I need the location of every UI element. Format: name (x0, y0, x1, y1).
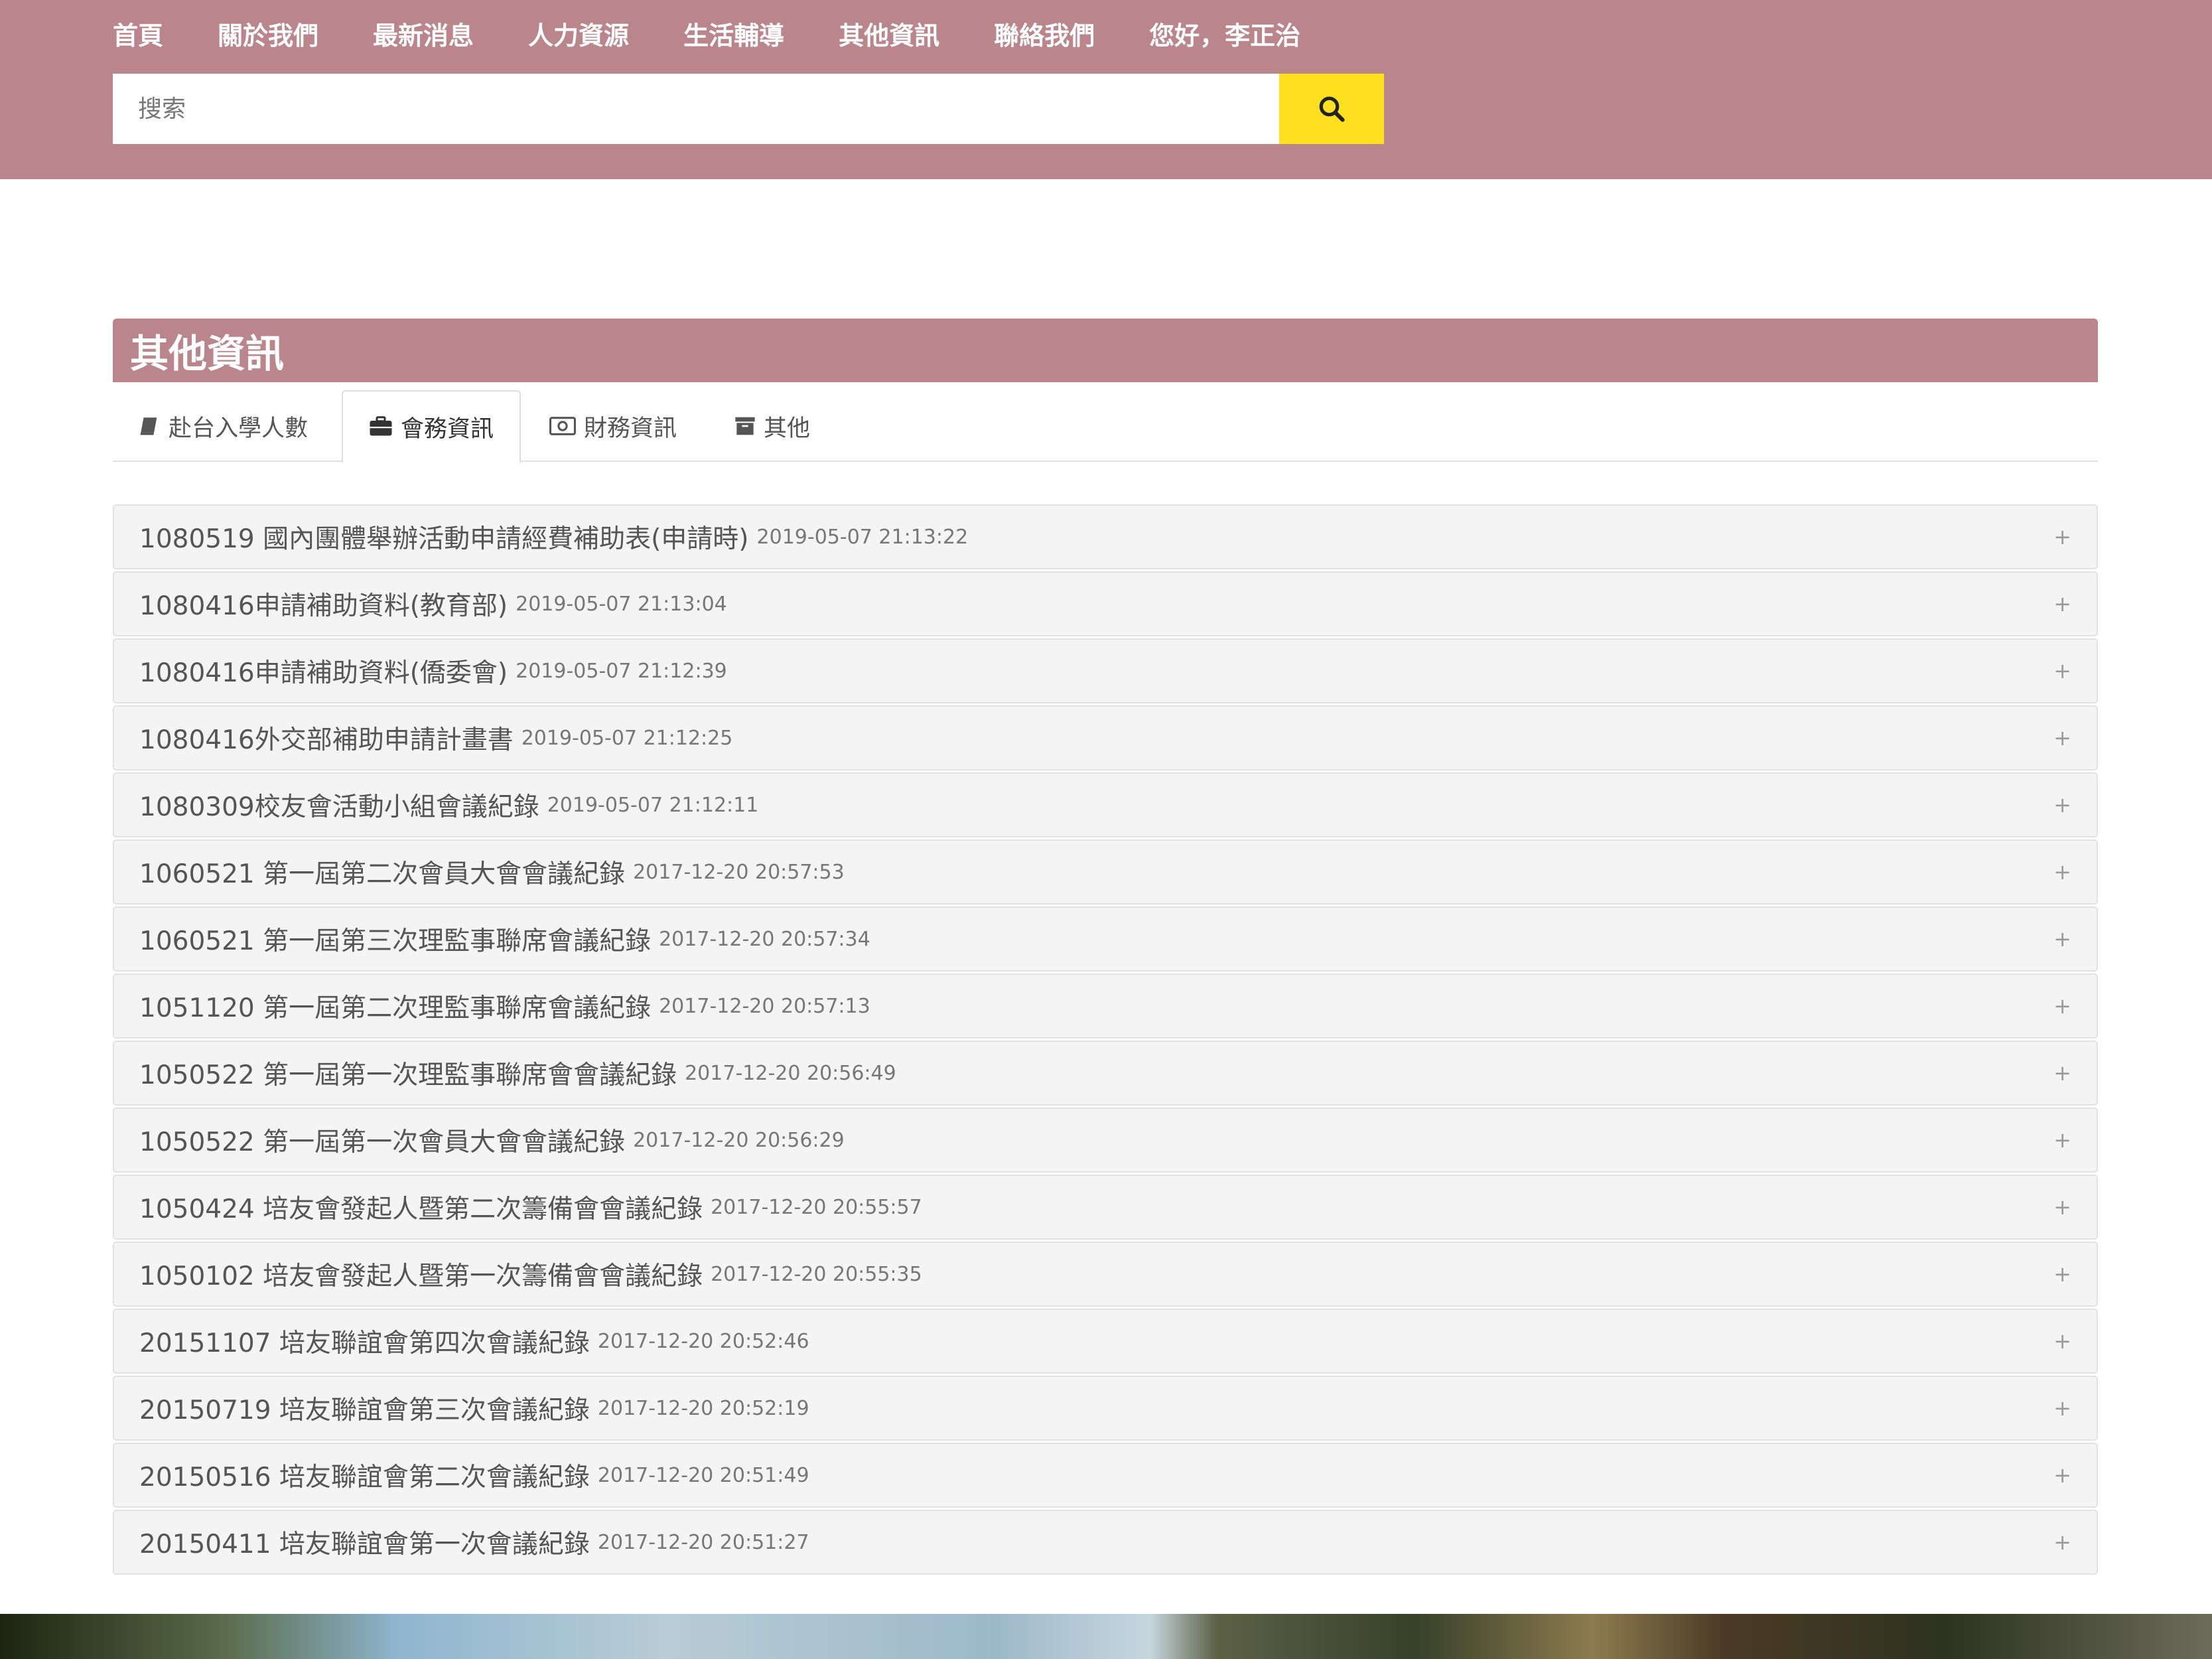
item-title: 1051120 第一屆第二次理監事聯席會議紀錄 (139, 993, 652, 1023)
list-item[interactable]: 1060521 第一屆第二次會員大會會議紀錄 2017-12-20 20:57:5… (113, 839, 2098, 904)
nav-item-other[interactable]: 其他資訊 (839, 15, 939, 52)
expand-icon[interactable]: + (2053, 591, 2071, 616)
tab-enrollment[interactable]: 赴台入學人數 (138, 390, 308, 462)
item-title: 1060521 第一屆第二次會員大會會議紀錄 (139, 859, 626, 889)
expand-icon[interactable]: + (2053, 926, 2071, 952)
nav-item-about[interactable]: 關於我們 (218, 15, 318, 52)
list-item[interactable]: 1050424 培友會發起人暨第二次籌備會會議紀錄 2017-12-20 20:5… (113, 1175, 2098, 1240)
expand-icon[interactable]: + (2053, 1262, 2071, 1287)
site-header: 首頁 關於我們 最新消息 人力資源 生活輔導 其他資訊 聯絡我們 您好，李正治 (0, 0, 2212, 179)
expand-icon[interactable]: + (2053, 1396, 2071, 1421)
nav-item-hr[interactable]: 人力資源 (528, 15, 629, 52)
list-item[interactable]: 1051120 第一屆第二次理監事聯席會議紀錄 2017-12-20 20:57:… (113, 974, 2098, 1039)
tab-label: 會務資訊 (400, 415, 494, 443)
list-item[interactable]: 1060521 第一屆第三次理監事聯席會議紀錄 2017-12-20 20:57:… (113, 906, 2098, 972)
expand-icon[interactable]: + (2053, 1463, 2071, 1488)
list-item[interactable]: 1050102 培友會發起人暨第一次籌備會會議紀錄 2017-12-20 20:5… (113, 1242, 2098, 1307)
item-title: 1050102 培友會發起人暨第一次籌備會會議紀錄 (139, 1262, 703, 1291)
item-date: 2017-12-20 20:55:57 (711, 1195, 922, 1219)
item-title: 1080416申請補助資料(僑委會) (139, 658, 508, 688)
tab-association-info[interactable]: 會務資訊 (342, 390, 521, 463)
expand-icon[interactable]: + (2053, 1194, 2071, 1220)
item-date: 2019-05-07 21:13:04 (516, 592, 727, 616)
list-item[interactable]: 1050522 第一屆第一次理監事聯席會會議紀錄 2017-12-20 20:56… (113, 1041, 2098, 1106)
nav-item-user-greeting[interactable]: 您好，李正治 (1149, 15, 1300, 52)
item-date: 2017-12-20 20:55:35 (711, 1262, 922, 1286)
book-icon (140, 417, 157, 435)
list-item[interactable]: 1080416申請補助資料(僑委會) 2019-05-07 21:12:39 + (113, 638, 2098, 703)
nav-item-home[interactable]: 首頁 (113, 15, 163, 52)
nav-item-life[interactable]: 生活輔導 (683, 15, 784, 52)
item-title: 1080416申請補助資料(教育部) (139, 591, 508, 621)
item-title: 1050522 第一屆第一次會員大會會議紀錄 (139, 1127, 626, 1157)
item-title: 1080416外交部補助申請計畫書 (139, 725, 514, 755)
expand-icon[interactable]: + (2053, 1127, 2071, 1153)
item-date: 2019-05-07 21:12:25 (521, 726, 733, 750)
list-item[interactable]: 1080519 國內團體舉辦活動申請經費補助表(申請時) 2019-05-07 2… (113, 504, 2098, 569)
item-title: 20150411 培友聯誼會第一次會議紀錄 (139, 1530, 590, 1559)
document-list: 1080519 國內團體舉辦活動申請經費補助表(申請時) 2019-05-07 2… (113, 504, 2098, 1577)
item-date: 2017-12-20 20:51:27 (597, 1530, 809, 1554)
expand-icon[interactable]: + (2053, 1060, 2071, 1086)
tab-label: 赴台入學人數 (169, 415, 309, 442)
footer-photo (0, 1614, 2212, 1659)
search-input[interactable] (113, 74, 1279, 144)
expand-icon[interactable]: + (2053, 524, 2071, 549)
item-date: 2019-05-07 21:12:11 (547, 793, 759, 817)
expand-icon[interactable]: + (2053, 725, 2071, 751)
list-item[interactable]: 20150719 培友聯誼會第三次會議紀錄 2017-12-20 20:52:19… (113, 1376, 2098, 1441)
item-title: 1060521 第一屆第三次理監事聯席會議紀錄 (139, 926, 652, 956)
main-nav: 首頁 關於我們 最新消息 人力資源 生活輔導 其他資訊 聯絡我們 您好，李正治 (113, 9, 1355, 57)
list-item[interactable]: 1080309校友會活動小組會議紀錄 2019-05-07 21:12:11 + (113, 772, 2098, 837)
item-date: 2019-05-07 21:13:22 (756, 525, 969, 549)
item-title: 20150516 培友聯誼會第二次會議紀錄 (139, 1463, 590, 1492)
item-date: 2017-12-20 20:57:53 (633, 860, 845, 884)
expand-icon[interactable]: + (2053, 993, 2071, 1019)
expand-icon[interactable]: + (2053, 658, 2071, 684)
list-item[interactable]: 1080416外交部補助申請計畫書 2019-05-07 21:12:25 + (113, 705, 2098, 770)
tab-label: 財務資訊 (584, 415, 677, 442)
item-title: 20150719 培友聯誼會第三次會議紀錄 (139, 1396, 590, 1425)
expand-icon[interactable]: + (2053, 792, 2071, 818)
item-date: 2017-12-20 20:52:19 (597, 1396, 809, 1420)
item-date: 2017-12-20 20:56:49 (685, 1061, 896, 1085)
item-title: 1080309校友會活動小組會議紀錄 (139, 792, 539, 822)
tab-bar: 赴台入學人數 會務資訊 財務資訊 其他 (113, 390, 2098, 463)
tab-label: 其他 (764, 415, 811, 442)
item-date: 2017-12-20 20:57:34 (659, 927, 870, 951)
search-button[interactable] (1279, 74, 1384, 144)
list-item[interactable]: 20150411 培友聯誼會第一次會議紀錄 2017-12-20 20:51:27… (113, 1510, 2098, 1575)
expand-icon[interactable]: + (2053, 1530, 2071, 1555)
briefcase-icon (370, 416, 392, 436)
list-item[interactable]: 20150516 培友聯誼會第二次會議紀錄 2017-12-20 20:51:49… (113, 1443, 2098, 1508)
list-item[interactable]: 1050522 第一屆第一次會員大會會議紀錄 2017-12-20 20:56:2… (113, 1108, 2098, 1173)
section-title-bar: 其他資訊 (113, 319, 2098, 382)
nav-item-contact[interactable]: 聯絡我們 (994, 15, 1095, 52)
list-item[interactable]: 20151107 培友聯誼會第四次會議紀錄 2017-12-20 20:52:46… (113, 1309, 2098, 1374)
item-title: 1050424 培友會發起人暨第二次籌備會會議紀錄 (139, 1194, 703, 1224)
item-title: 1050522 第一屆第一次理監事聯席會會議紀錄 (139, 1060, 677, 1090)
search-icon (1319, 96, 1345, 122)
item-date: 2019-05-07 21:12:39 (516, 659, 727, 683)
item-date: 2017-12-20 20:56:29 (633, 1128, 845, 1152)
item-title: 20151107 培友聯誼會第四次會議紀錄 (139, 1329, 590, 1358)
money-icon (549, 417, 576, 435)
tab-finance[interactable]: 財務資訊 (549, 390, 677, 462)
expand-icon[interactable]: + (2053, 859, 2071, 885)
archive-icon (735, 417, 755, 435)
nav-item-news[interactable]: 最新消息 (373, 15, 474, 52)
item-date: 2017-12-20 20:57:13 (659, 994, 870, 1018)
expand-icon[interactable]: + (2053, 1329, 2071, 1354)
page-title: 其他資訊 (130, 331, 285, 376)
item-date: 2017-12-20 20:51:49 (597, 1463, 809, 1487)
list-item[interactable]: 1080416申請補助資料(教育部) 2019-05-07 21:13:04 + (113, 571, 2098, 636)
item-date: 2017-12-20 20:52:46 (597, 1329, 809, 1353)
item-title: 1080519 國內團體舉辦活動申請經費補助表(申請時) (139, 524, 749, 554)
tab-other[interactable]: 其他 (734, 390, 810, 462)
